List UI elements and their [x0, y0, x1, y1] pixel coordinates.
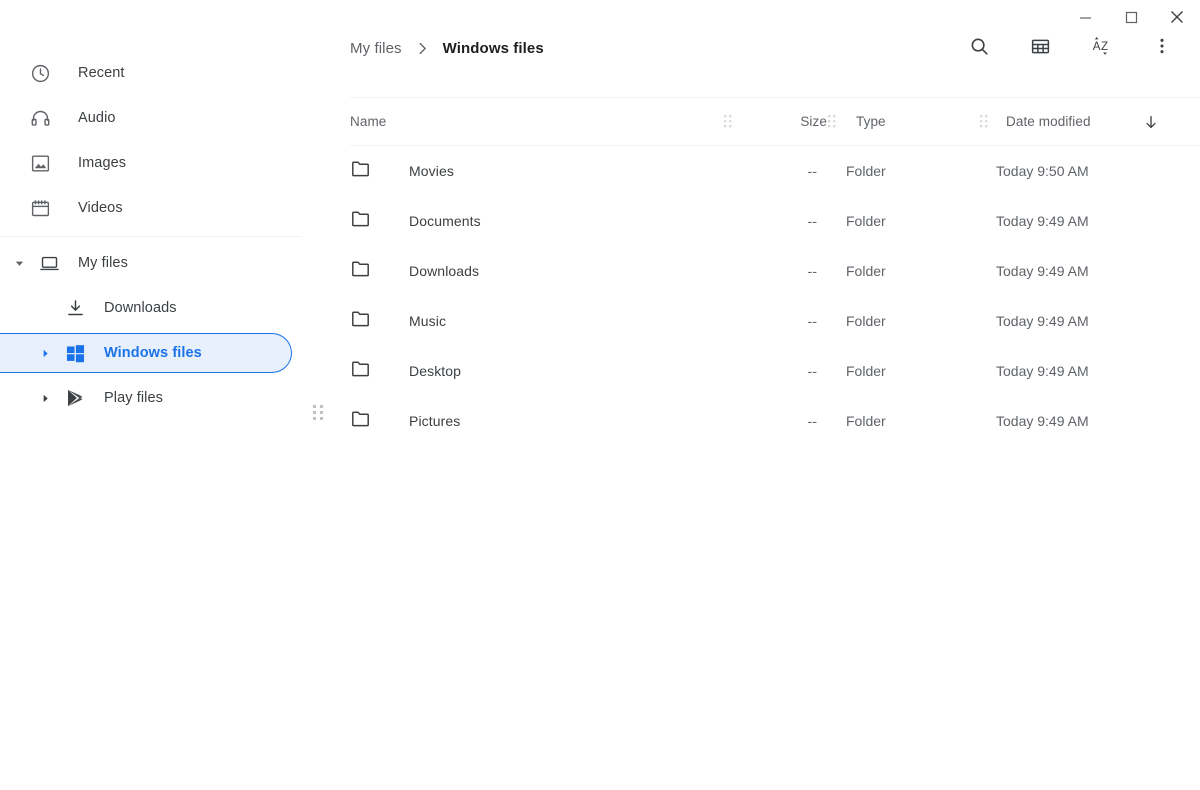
table-row[interactable]: Documents -- Folder Today 9:49 AM: [350, 196, 1200, 246]
column-header-date-label: Date modified: [1006, 114, 1091, 129]
column-resize-handle-size[interactable]: [827, 114, 837, 129]
arrow-down-icon: [1143, 114, 1159, 130]
cell-type: Folder: [846, 413, 886, 429]
cell-name: Music: [350, 308, 723, 334]
grid-view-button[interactable]: [1020, 29, 1060, 69]
sidebar-item-windows-files[interactable]: Windows files: [0, 333, 292, 373]
cell-name: Desktop: [350, 358, 723, 384]
clock-icon: [28, 61, 52, 85]
cell-size: --: [807, 213, 817, 229]
sidebar-item-my-files[interactable]: My files: [0, 243, 302, 283]
file-name: Pictures: [409, 413, 461, 429]
column-header-name[interactable]: Name: [350, 114, 723, 129]
cell-size: --: [807, 313, 817, 329]
sidebar-item-play-files[interactable]: Play files: [0, 378, 302, 418]
svg-text:Z: Z: [1101, 41, 1108, 53]
breadcrumb-item-my-files[interactable]: My files: [350, 40, 402, 57]
google-play-icon: [63, 386, 87, 410]
folder-icon: [350, 408, 371, 434]
sidebar-divider: [0, 236, 302, 237]
cell-name: Movies: [350, 158, 723, 184]
breadcrumb-bar: My files Windows files A Z: [302, 0, 1200, 97]
sidebar-item-images[interactable]: Images: [0, 143, 302, 183]
cell-date: Today 9:49 AM: [996, 413, 1089, 429]
cell-name: Documents: [350, 208, 723, 234]
table-row[interactable]: Downloads -- Folder Today 9:49 AM: [350, 246, 1200, 296]
cell-size: --: [807, 413, 817, 429]
toolbar: A Z: [959, 29, 1200, 69]
cell-type: Folder: [846, 213, 886, 229]
folder-icon: [350, 158, 371, 184]
download-icon: [63, 296, 87, 320]
video-icon: [28, 196, 52, 220]
sort-az-icon: A Z: [1089, 34, 1113, 63]
grid-view-icon: [1030, 36, 1051, 62]
sidebar-item-label: Windows files: [104, 345, 202, 361]
cell-type: Folder: [846, 363, 886, 379]
cell-type: Folder: [846, 263, 886, 279]
column-resize-handle-type[interactable]: [979, 114, 989, 129]
sidebar-item-label: Play files: [104, 390, 164, 406]
breadcrumb-item-current[interactable]: Windows files: [443, 40, 544, 57]
image-icon: [28, 151, 52, 175]
column-resize-handle-name[interactable]: [723, 114, 733, 129]
sidebar-item-label: Images: [78, 155, 127, 171]
cell-size: --: [807, 363, 817, 379]
table-row[interactable]: Music -- Folder Today 9:49 AM: [350, 296, 1200, 346]
file-name: Downloads: [409, 263, 480, 279]
cell-size: --: [807, 263, 817, 279]
sidebar-item-recent[interactable]: Recent: [0, 53, 302, 93]
svg-text:A: A: [1093, 41, 1101, 53]
chevron-right-icon[interactable]: [36, 393, 54, 404]
cell-date: Today 9:49 AM: [996, 363, 1089, 379]
files-app-window: Recent Audio Images Videos My files Down…: [0, 0, 1200, 790]
headphones-icon: [28, 106, 52, 130]
column-header-type[interactable]: Type: [837, 114, 979, 129]
file-name: Documents: [409, 213, 481, 229]
table-header-row: Name Size Type Date modified: [302, 98, 1200, 145]
file-name: Movies: [409, 163, 454, 179]
column-header-size[interactable]: Size: [733, 114, 827, 129]
cell-date: Today 9:49 AM: [996, 213, 1089, 229]
column-header-date-modified[interactable]: Date modified: [989, 114, 1164, 130]
more-vert-icon: [1152, 36, 1172, 61]
sidebar-item-label: Recent: [78, 65, 125, 81]
cell-type: Folder: [846, 163, 886, 179]
cell-name: Pictures: [350, 408, 723, 434]
file-name: Desktop: [409, 363, 462, 379]
cell-name: Downloads: [350, 258, 723, 284]
sidebar-item-label: My files: [78, 255, 128, 271]
cell-type: Folder: [846, 313, 886, 329]
sidebar-item-downloads[interactable]: Downloads: [0, 288, 302, 328]
folder-icon: [350, 308, 371, 334]
cell-size: --: [807, 163, 817, 179]
file-list: Movies -- Folder Today 9:50 AM Documents: [302, 146, 1200, 446]
sidebar-item-label: Audio: [78, 110, 116, 126]
windows-logo-icon: [63, 341, 87, 365]
table-row[interactable]: Movies -- Folder Today 9:50 AM: [350, 146, 1200, 196]
sidebar-item-label: Downloads: [104, 300, 177, 316]
folder-icon: [350, 358, 371, 384]
file-name: Music: [409, 313, 447, 329]
chevron-down-icon[interactable]: [10, 258, 28, 269]
cell-date: Today 9:49 AM: [996, 263, 1089, 279]
sidebar-item-audio[interactable]: Audio: [0, 98, 302, 138]
sidebar: Recent Audio Images Videos My files Down…: [0, 48, 302, 790]
table-row[interactable]: Desktop -- Folder Today 9:49 AM: [350, 346, 1200, 396]
more-options-button[interactable]: [1142, 29, 1182, 69]
cell-date: Today 9:49 AM: [996, 313, 1089, 329]
folder-icon: [350, 208, 371, 234]
chevron-right-icon: [415, 41, 430, 56]
main-content: My files Windows files A Z Name Size Typ…: [302, 0, 1200, 790]
table-row[interactable]: Pictures -- Folder Today 9:49 AM: [350, 396, 1200, 446]
search-icon: [969, 36, 990, 62]
laptop-icon: [37, 251, 61, 275]
sidebar-item-videos[interactable]: Videos: [0, 188, 302, 228]
sidebar-item-label: Videos: [78, 200, 123, 216]
chevron-right-icon[interactable]: [36, 348, 54, 359]
search-button[interactable]: [959, 29, 999, 69]
cell-date: Today 9:50 AM: [996, 163, 1089, 179]
folder-icon: [350, 258, 371, 284]
sort-button[interactable]: A Z: [1081, 29, 1121, 69]
